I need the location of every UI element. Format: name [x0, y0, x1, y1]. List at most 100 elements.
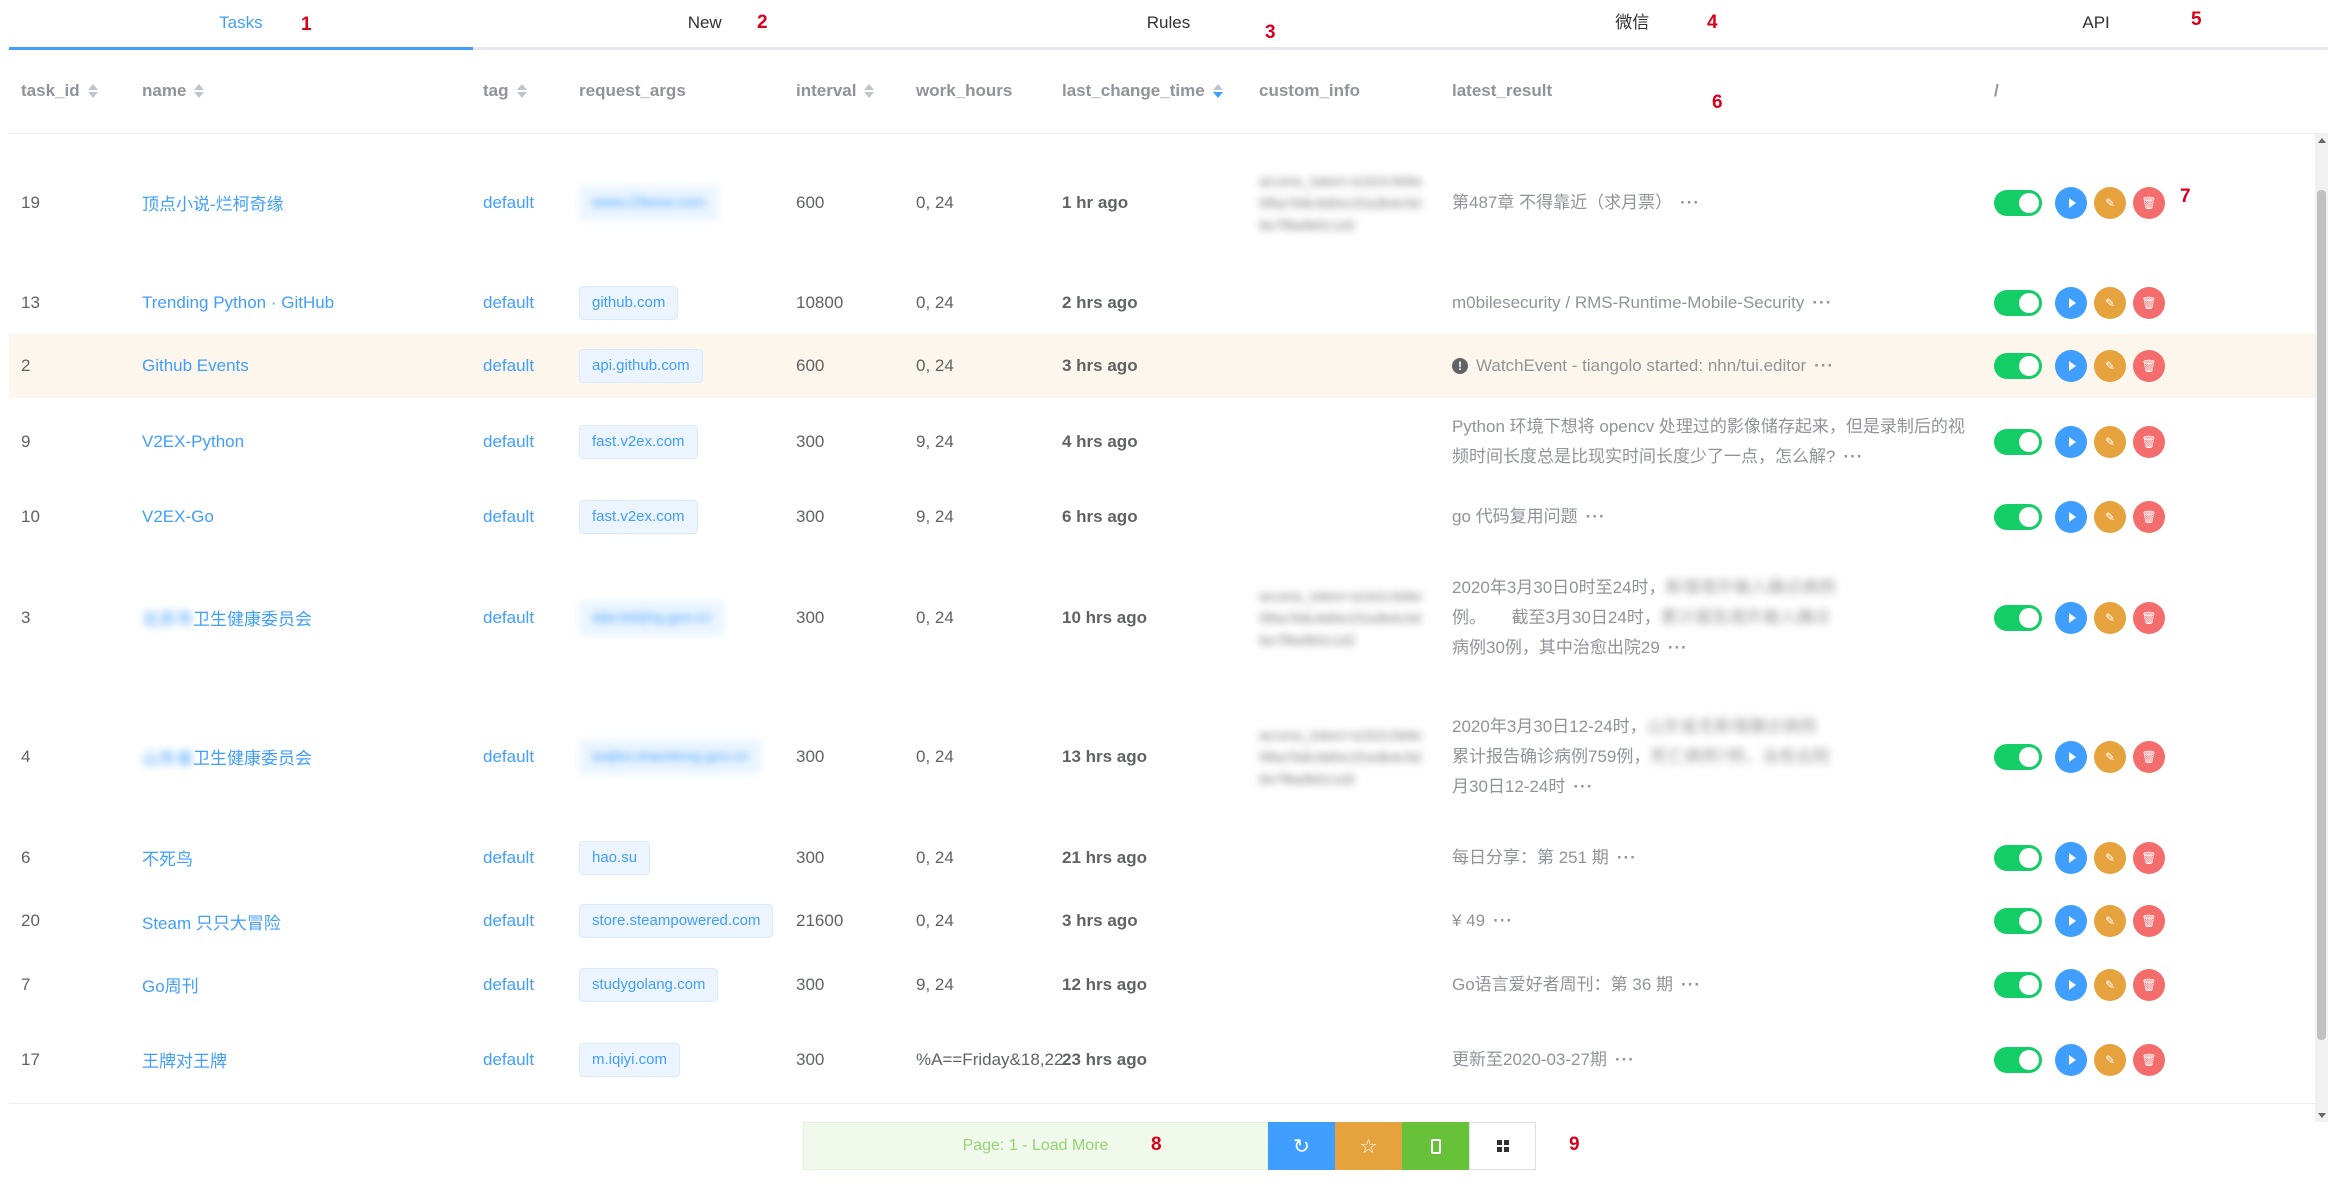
enable-toggle[interactable]	[1994, 1046, 2042, 1073]
enable-toggle[interactable]	[1994, 428, 2042, 455]
sort-desc-icon[interactable]	[1212, 83, 1223, 98]
vertical-scrollbar[interactable]	[2315, 134, 2328, 1122]
task-name-link[interactable]: 北京市 卫生健康委员会	[142, 548, 312, 687]
edit-button[interactable]: ✎	[2094, 425, 2126, 458]
enable-toggle[interactable]	[1994, 289, 2042, 316]
task-name-link[interactable]: Trending Python · GitHub	[142, 271, 334, 334]
request-args-tag[interactable]: api.github.com	[579, 349, 703, 383]
scroll-down-arrow-icon[interactable]	[2318, 1113, 2326, 1118]
task-name-link[interactable]: Go周刊	[142, 953, 199, 1016]
more-icon[interactable]: ···	[1586, 502, 1606, 532]
edit-button[interactable]: ✎	[2094, 186, 2126, 219]
task-tag-link[interactable]: default	[483, 889, 534, 953]
col-interval[interactable]: interval	[796, 48, 875, 133]
request-args-tag[interactable]: wjw.beijing.gov.cn	[579, 600, 724, 635]
request-args-tag[interactable]: fast.v2ex.com	[579, 424, 698, 459]
run-button[interactable]	[2055, 905, 2087, 937]
enable-toggle[interactable]	[1994, 353, 2042, 379]
more-icon[interactable]: ···	[1573, 777, 1593, 796]
task-name-link[interactable]: Github Events	[142, 334, 249, 398]
enable-toggle[interactable]	[1994, 743, 2042, 770]
run-button[interactable]	[2055, 1043, 2087, 1076]
run-button[interactable]	[2055, 601, 2087, 634]
request-args-tag[interactable]: wsjkw.shandong.gov.cn	[579, 739, 762, 774]
enable-toggle[interactable]	[1994, 971, 2042, 998]
task-tag-link[interactable]: default	[483, 134, 534, 271]
delete-button[interactable]: 🗑	[2133, 740, 2165, 773]
run-button[interactable]	[2055, 740, 2087, 773]
more-icon[interactable]: ···	[1812, 288, 1832, 318]
more-icon[interactable]: ···	[1680, 188, 1700, 218]
col-last-change-time[interactable]: last_change_time	[1062, 48, 1223, 133]
task-tag-link[interactable]: default	[483, 548, 534, 687]
run-button[interactable]	[2055, 425, 2087, 458]
delete-button[interactable]: 🗑	[2133, 186, 2165, 219]
edit-button[interactable]: ✎	[2094, 968, 2126, 1001]
edit-button[interactable]: ✎	[2094, 350, 2126, 382]
run-button[interactable]	[2055, 286, 2087, 319]
col-tag[interactable]: tag	[483, 48, 527, 133]
delete-button[interactable]: 🗑	[2133, 286, 2165, 319]
mobile-view-button[interactable]	[1402, 1122, 1469, 1170]
run-button[interactable]	[2055, 968, 2087, 1001]
more-icon[interactable]: ···	[1493, 906, 1513, 936]
task-name-link[interactable]: V2EX-Go	[142, 485, 214, 548]
request-args-tag[interactable]: m.iqiyi.com	[579, 1042, 681, 1077]
more-icon[interactable]: ···	[1668, 638, 1688, 657]
task-tag-link[interactable]: default	[483, 1016, 534, 1103]
task-tag-link[interactable]: default	[483, 271, 534, 334]
edit-button[interactable]: ✎	[2094, 905, 2126, 937]
edit-button[interactable]: ✎	[2094, 740, 2126, 773]
scroll-up-arrow-icon[interactable]	[2318, 138, 2326, 143]
enable-toggle[interactable]	[1994, 604, 2042, 631]
more-icon[interactable]: ···	[1681, 970, 1701, 1000]
sort-icon[interactable]	[516, 83, 527, 98]
task-tag-link[interactable]: default	[483, 398, 534, 485]
col-task-id[interactable]: task_id	[21, 48, 98, 133]
run-button[interactable]	[2055, 350, 2087, 382]
edit-button[interactable]: ✎	[2094, 601, 2126, 634]
request-args-tag[interactable]: studygolang.com	[579, 967, 719, 1002]
more-icon[interactable]: ···	[1615, 1045, 1635, 1075]
delete-button[interactable]: 🗑	[2133, 500, 2165, 533]
more-icon[interactable]: ···	[1814, 351, 1834, 381]
run-button[interactable]	[2055, 841, 2087, 874]
enable-toggle[interactable]	[1994, 908, 2042, 934]
delete-button[interactable]: 🗑	[2133, 601, 2165, 634]
col-name[interactable]: name	[142, 48, 205, 133]
task-tag-link[interactable]: default	[483, 953, 534, 1016]
edit-button[interactable]: ✎	[2094, 286, 2126, 319]
request-args-tag[interactable]: fast.v2ex.com	[579, 499, 698, 534]
task-name-link[interactable]: 王牌对王牌	[142, 1016, 227, 1103]
request-args-tag[interactable]: www.23wxw.com	[579, 185, 719, 220]
delete-button[interactable]: 🗑	[2133, 350, 2165, 382]
sort-icon[interactable]	[87, 83, 98, 98]
delete-button[interactable]: 🗑	[2133, 841, 2165, 874]
delete-button[interactable]: 🗑	[2133, 1043, 2165, 1076]
scrollbar-thumb[interactable]	[2317, 190, 2326, 1040]
task-name-link[interactable]: 不死鸟	[142, 826, 193, 889]
task-tag-link[interactable]: default	[483, 334, 534, 398]
request-args-tag[interactable]: store.steampowered.com	[579, 904, 774, 938]
tab-tasks[interactable]: Tasks	[9, 0, 473, 50]
task-name-link[interactable]: 顶点小说-烂柯奇缘	[142, 134, 284, 271]
tab-new[interactable]: New	[473, 0, 937, 47]
refresh-button[interactable]: ↻	[1268, 1122, 1335, 1170]
delete-button[interactable]: 🗑	[2133, 905, 2165, 937]
load-more-button[interactable]: Page: 1 - Load More	[803, 1122, 1268, 1170]
tab-rules[interactable]: Rules	[937, 0, 1401, 47]
tab-wechat[interactable]: 微信	[1400, 0, 1864, 47]
edit-button[interactable]: ✎	[2094, 500, 2126, 533]
request-args-tag[interactable]: github.com	[579, 285, 679, 320]
task-name-link[interactable]: V2EX-Python	[142, 398, 244, 485]
task-tag-link[interactable]: default	[483, 826, 534, 889]
task-name-link[interactable]: 山东省 卫生健康委员会	[142, 687, 312, 826]
task-name-link[interactable]: Steam 只只大冒险	[142, 889, 281, 953]
more-icon[interactable]: ···	[1617, 843, 1637, 873]
request-args-tag[interactable]: hao.su	[579, 840, 651, 875]
run-button[interactable]	[2055, 186, 2087, 219]
enable-toggle[interactable]	[1994, 844, 2042, 871]
grid-view-button[interactable]	[1469, 1122, 1536, 1170]
delete-button[interactable]: 🗑	[2133, 968, 2165, 1001]
favorite-button[interactable]: ☆	[1335, 1122, 1402, 1170]
